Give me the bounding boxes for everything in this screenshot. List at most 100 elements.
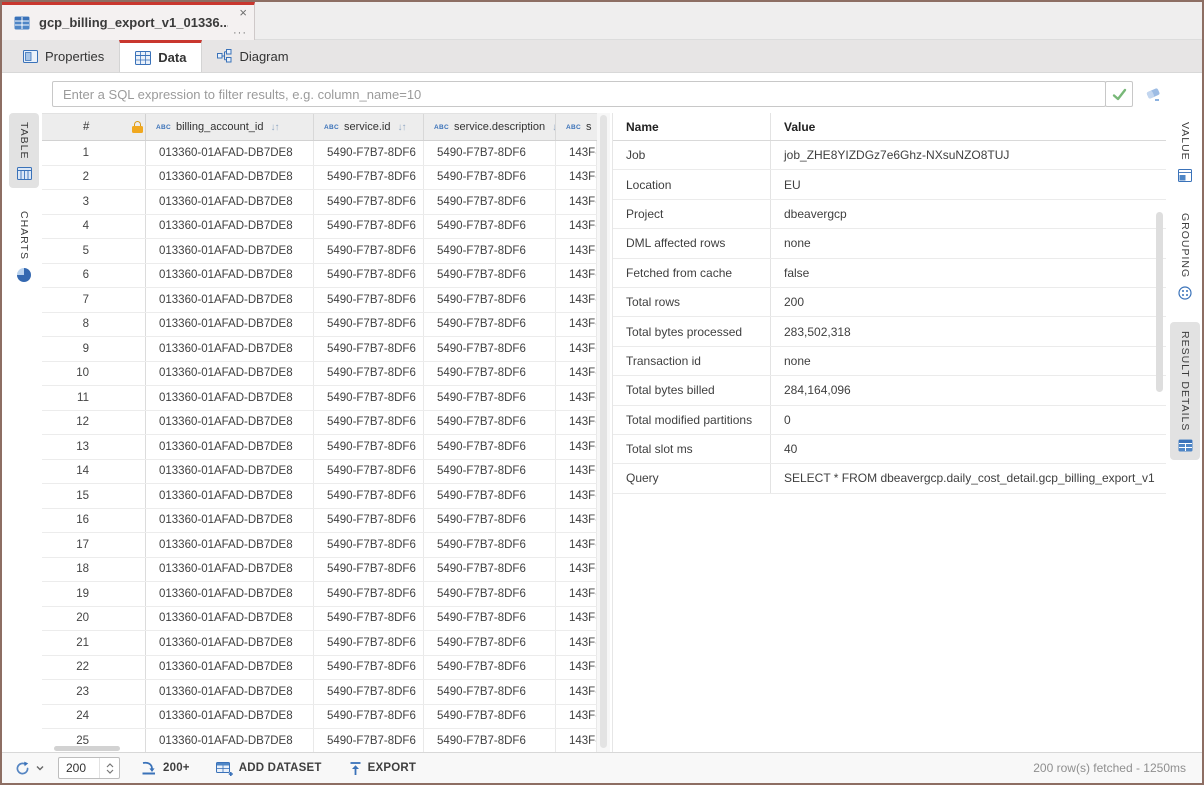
refresh-button[interactable] — [14, 760, 44, 777]
row-number[interactable]: 13 — [42, 435, 146, 459]
details-row-name[interactable]: Total bytes processed — [613, 317, 771, 345]
grid-cell[interactable]: 5490-F7B7-8DF6 — [424, 435, 556, 459]
scrollbar-thumb[interactable] — [600, 115, 607, 748]
tab-properties[interactable]: Properties — [8, 40, 119, 72]
grid-cell[interactable]: 5490-F7B7-8DF6 — [314, 460, 424, 484]
details-row-value[interactable]: 284,164,096 — [771, 376, 1166, 404]
grid-cell[interactable]: 5490-F7B7-8DF6 — [314, 337, 424, 361]
grid-cell[interactable]: 5490-F7B7-8DF6 — [424, 656, 556, 680]
close-icon[interactable]: × — [239, 6, 247, 20]
grid-cell[interactable]: 5490-F7B7-8DF6 — [424, 460, 556, 484]
grid-cell[interactable]: 5490-F7B7-8DF6 — [424, 509, 556, 533]
grid-cell[interactable]: 013360-01AFAD-DB7DE8 — [146, 680, 314, 704]
grid-cell[interactable]: 5490-F7B7-8DF6 — [314, 705, 424, 729]
grid-cell[interactable]: 143F- — [556, 411, 597, 435]
grid-cell[interactable]: 5490-F7B7-8DF6 — [314, 729, 424, 752]
sql-filter-input[interactable] — [52, 81, 1106, 107]
grid-cell[interactable]: 013360-01AFAD-DB7DE8 — [146, 362, 314, 386]
grid-cell[interactable]: 143F- — [556, 705, 597, 729]
grid-cell[interactable]: 5490-F7B7-8DF6 — [424, 264, 556, 288]
grid-cell[interactable]: 5490-F7B7-8DF6 — [314, 215, 424, 239]
grid-cell[interactable]: 5490-F7B7-8DF6 — [314, 435, 424, 459]
horizontal-scrollbar[interactable] — [54, 746, 120, 751]
details-row-name[interactable]: Project — [613, 200, 771, 228]
row-number[interactable]: 21 — [42, 631, 146, 655]
grid-cell[interactable]: 143F- — [556, 362, 597, 386]
grid-cell[interactable]: 013360-01AFAD-DB7DE8 — [146, 411, 314, 435]
grid-cell[interactable]: 013360-01AFAD-DB7DE8 — [146, 337, 314, 361]
grid-cell[interactable]: 5490-F7B7-8DF6 — [314, 264, 424, 288]
details-scrollbar-thumb[interactable] — [1156, 212, 1163, 392]
row-number[interactable]: 24 — [42, 705, 146, 729]
details-row-name[interactable]: DML affected rows — [613, 229, 771, 257]
sort-arrows-icon[interactable]: ↓↑ — [270, 122, 278, 133]
grid-cell[interactable]: 013360-01AFAD-DB7DE8 — [146, 631, 314, 655]
grid-cell[interactable]: 143F- — [556, 533, 597, 557]
grid-cell[interactable]: 013360-01AFAD-DB7DE8 — [146, 141, 314, 165]
grid-cell[interactable]: 143F- — [556, 729, 597, 752]
rail-tab-value[interactable]: VALUE — [1170, 113, 1200, 190]
editor-tab-gcp-billing-export[interactable]: gcp_billing_export_v1_01336... × ··· — [2, 2, 255, 40]
column-header-billing-account-id[interactable]: ABC billing_account_id ↓↑ — [146, 114, 314, 140]
details-row-name[interactable]: Job — [613, 141, 771, 169]
fetch-next-page-button[interactable]: 200+ — [140, 760, 190, 776]
rail-tab-table[interactable]: TABLE — [9, 113, 39, 188]
grid-cell[interactable]: 013360-01AFAD-DB7DE8 — [146, 484, 314, 508]
grid-cell[interactable]: 013360-01AFAD-DB7DE8 — [146, 729, 314, 752]
row-number[interactable]: 14 — [42, 460, 146, 484]
grid-cell[interactable]: 013360-01AFAD-DB7DE8 — [146, 582, 314, 606]
grid-cell[interactable]: 013360-01AFAD-DB7DE8 — [146, 435, 314, 459]
grid-cell[interactable]: 5490-F7B7-8DF6 — [314, 631, 424, 655]
grid-cell[interactable]: 5490-F7B7-8DF6 — [314, 386, 424, 410]
row-number[interactable]: 12 — [42, 411, 146, 435]
details-row-name[interactable]: Transaction id — [613, 347, 771, 375]
details-row-value[interactable]: job_ZHE8YIZDGz7e6Ghz-NXsuNZO8TUJ — [771, 141, 1166, 169]
grid-cell[interactable]: 143F- — [556, 288, 597, 312]
grid-cell[interactable]: 013360-01AFAD-DB7DE8 — [146, 460, 314, 484]
grid-cell[interactable]: 013360-01AFAD-DB7DE8 — [146, 313, 314, 337]
column-header-service-description[interactable]: ABC service.description ↓↑ — [424, 114, 556, 140]
details-row-name[interactable]: Total modified partitions — [613, 406, 771, 434]
tab-data[interactable]: Data — [119, 40, 202, 72]
details-row-name[interactable]: Fetched from cache — [613, 259, 771, 287]
grid-cell[interactable]: 5490-F7B7-8DF6 — [424, 166, 556, 190]
grid-cell[interactable]: 5490-F7B7-8DF6 — [314, 190, 424, 214]
chevron-down-icon[interactable] — [36, 765, 44, 771]
details-row-value[interactable]: 200 — [771, 288, 1166, 316]
details-row-value[interactable]: SELECT * FROM dbeavergcp.daily_cost_deta… — [771, 464, 1166, 492]
rail-tab-grouping[interactable]: GROUPING — [1170, 204, 1200, 308]
grid-cell[interactable]: 5490-F7B7-8DF6 — [314, 313, 424, 337]
grid-cell[interactable]: 5490-F7B7-8DF6 — [314, 411, 424, 435]
grid-cell[interactable]: 143F- — [556, 337, 597, 361]
grid-cell[interactable]: 5490-F7B7-8DF6 — [314, 533, 424, 557]
row-number[interactable]: 20 — [42, 607, 146, 631]
details-row-value[interactable]: 283,502,318 — [771, 317, 1166, 345]
details-row-name[interactable]: Total rows — [613, 288, 771, 316]
grid-cell[interactable]: 143F- — [556, 386, 597, 410]
grid-cell[interactable]: 013360-01AFAD-DB7DE8 — [146, 264, 314, 288]
grid-cell[interactable]: 143F- — [556, 215, 597, 239]
grid-cell[interactable]: 5490-F7B7-8DF6 — [314, 680, 424, 704]
row-number[interactable]: 6 — [42, 264, 146, 288]
grid-cell[interactable]: 013360-01AFAD-DB7DE8 — [146, 533, 314, 557]
row-number[interactable]: 1 — [42, 141, 146, 165]
grid-cell[interactable]: 5490-F7B7-8DF6 — [424, 313, 556, 337]
grid-cell[interactable]: 143F- — [556, 631, 597, 655]
row-number[interactable]: 5 — [42, 239, 146, 263]
grid-cell[interactable]: 5490-F7B7-8DF6 — [424, 141, 556, 165]
grid-cell[interactable]: 143F- — [556, 582, 597, 606]
grid-cell[interactable]: 5490-F7B7-8DF6 — [314, 558, 424, 582]
grid-cell[interactable]: 143F- — [556, 680, 597, 704]
grid-cell[interactable]: 5490-F7B7-8DF6 — [314, 166, 424, 190]
grid-cell[interactable]: 013360-01AFAD-DB7DE8 — [146, 656, 314, 680]
grid-cell[interactable]: 5490-F7B7-8DF6 — [314, 582, 424, 606]
row-number[interactable]: 7 — [42, 288, 146, 312]
grid-cell[interactable]: 5490-F7B7-8DF6 — [424, 288, 556, 312]
clear-filter-button[interactable] — [1144, 86, 1162, 102]
row-number[interactable]: 16 — [42, 509, 146, 533]
grid-cell[interactable]: 5490-F7B7-8DF6 — [424, 362, 556, 386]
grid-cell[interactable]: 5490-F7B7-8DF6 — [424, 705, 556, 729]
row-number[interactable]: 15 — [42, 484, 146, 508]
details-row-name[interactable]: Query — [613, 464, 771, 492]
sort-arrows-icon[interactable]: ↓↑ — [397, 122, 405, 133]
